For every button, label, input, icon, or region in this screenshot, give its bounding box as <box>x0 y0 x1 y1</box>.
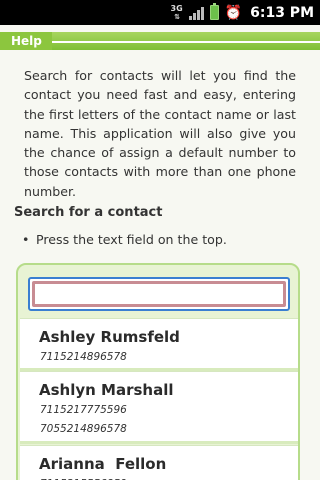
search-input[interactable] <box>32 281 286 307</box>
signal-strength-icon <box>188 6 204 20</box>
contact-row[interactable]: Arianna Fellon 7115215556859 <box>20 445 298 480</box>
bullet-dot-icon: • <box>22 232 30 247</box>
help-header: Help <box>0 32 320 50</box>
contact-phone: 7055214896578 <box>40 423 127 435</box>
help-bullet: • Press the text field on the top. <box>22 232 227 247</box>
row-divider <box>20 441 298 444</box>
bullet-text: Press the text field on the top. <box>36 232 227 247</box>
section-title: Search for a contact <box>14 205 163 220</box>
example-screen-panel: Ashley Rumsfeld 7115214896578 Ashlyn Mar… <box>16 263 300 480</box>
status-time: 6:13 PM <box>250 4 314 21</box>
alarm-clock-icon: ⏰ <box>224 4 243 21</box>
help-tab-label: Help <box>0 32 52 50</box>
contact-row[interactable]: Ashlyn Marshall 7115217775596 7055214896… <box>20 371 298 441</box>
contact-row[interactable]: Ashley Rumsfeld 7115214896578 <box>20 318 298 368</box>
contact-phone: 7115214896578 <box>40 351 127 363</box>
status-bar: 3G ⇅ ⏰ 6:13 PM <box>0 0 320 25</box>
contact-phone: 7115217775596 <box>40 404 127 416</box>
help-intro-text: Search for contacts will let you find th… <box>24 68 296 199</box>
header-divider <box>52 41 320 43</box>
network-3g-icon: 3G ⇅ <box>170 3 183 21</box>
contact-name: Ashley Rumsfeld <box>39 328 180 346</box>
contact-name: Arianna Fellon <box>39 455 167 473</box>
contact-name: Ashlyn Marshall <box>39 381 174 399</box>
battery-icon <box>209 3 219 20</box>
search-field-frame <box>28 277 290 311</box>
